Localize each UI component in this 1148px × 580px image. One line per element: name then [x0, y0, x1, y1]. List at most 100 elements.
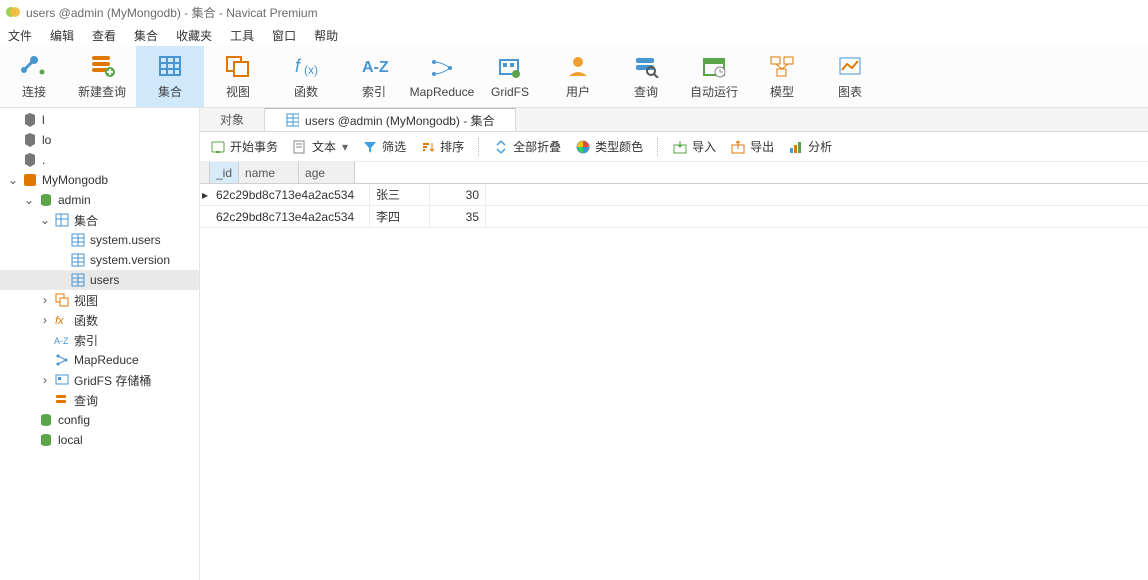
tree-item-l[interactable]: l: [0, 110, 199, 130]
text-mode-button[interactable]: 文本 ▾: [292, 138, 348, 155]
tree-item-label: 查询: [74, 392, 98, 409]
menu-编辑[interactable]: 编辑: [50, 27, 74, 44]
tree-item-查询[interactable]: 查询: [0, 390, 199, 410]
table-icon: [70, 252, 86, 268]
data-grid[interactable]: _idnameage▸62c29bd8c713e4a2ac534张三3062c2…: [200, 162, 1148, 228]
tool-query[interactable]: 查询: [612, 46, 680, 107]
collection-icon: [54, 212, 70, 228]
tree-item-lo[interactable]: lo: [0, 130, 199, 150]
analyze-button[interactable]: 分析: [788, 138, 832, 155]
chevron-right-icon[interactable]: ›: [40, 373, 50, 387]
tool-user[interactable]: 用户: [544, 46, 612, 107]
tree-item-索引[interactable]: A-Z索引: [0, 330, 199, 350]
tool-gridfs[interactable]: GridFS: [476, 46, 544, 107]
connection-tree[interactable]: llo.⌄MyMongodb⌄admin⌄集合system.userssyste…: [0, 110, 199, 450]
svg-text:A-Z: A-Z: [362, 59, 388, 76]
filter-label: 筛选: [382, 138, 406, 155]
mrsmall-icon: [54, 352, 70, 368]
column-header-name[interactable]: name: [239, 162, 299, 183]
menu-帮助[interactable]: 帮助: [314, 27, 338, 44]
column-header-_id[interactable]: _id: [210, 162, 239, 183]
chevron-down-icon[interactable]: ⌄: [24, 193, 34, 207]
tree-item-admin[interactable]: ⌄admin: [0, 190, 199, 210]
menu-文件[interactable]: 文件: [8, 27, 32, 44]
tool-index[interactable]: A-Z 索引: [340, 46, 408, 107]
filter-button[interactable]: 筛选: [362, 138, 406, 155]
chevron-down-icon[interactable]: ⌄: [8, 173, 18, 187]
menu-查看[interactable]: 查看: [92, 27, 116, 44]
tree-item-函数[interactable]: ›fx函数: [0, 310, 199, 330]
table-icon: [70, 272, 86, 288]
tool-view[interactable]: 视图: [204, 46, 272, 107]
mongo-icon: [22, 172, 38, 188]
tree-item-label: system.users: [90, 233, 161, 247]
tree-item-local[interactable]: local: [0, 430, 199, 450]
view-icon: [224, 53, 252, 79]
cell-name[interactable]: 李四: [370, 206, 430, 227]
cell-age[interactable]: 35: [430, 206, 486, 227]
tool-mapreduce[interactable]: MapReduce: [408, 46, 476, 107]
tool-label: 新建查询: [78, 83, 126, 100]
column-header-age[interactable]: age: [299, 162, 355, 183]
tree-item-users[interactable]: users: [0, 270, 199, 290]
content-tabs: 对象 users @admin (MyMongodb) - 集合: [200, 108, 1148, 132]
chevron-right-icon[interactable]: ›: [40, 313, 50, 327]
tool-connect[interactable]: 连接: [0, 46, 68, 107]
type-color-button[interactable]: 类型颜色: [575, 138, 643, 155]
menu-收藏夹[interactable]: 收藏夹: [176, 27, 212, 44]
tool-function[interactable]: f(x)函数: [272, 46, 340, 107]
cell-id[interactable]: 62c29bd8c713e4a2ac534: [210, 206, 370, 227]
newquery-icon: [88, 53, 116, 79]
tree-item-system.version[interactable]: system.version: [0, 250, 199, 270]
tree-item-视图[interactable]: › 视图: [0, 290, 199, 310]
mapreduce-icon: [428, 55, 456, 81]
sub-toolbar: 开始事务 文本 ▾ 筛选 排序 全部折叠 类型颜色 导入 导出 分析: [200, 132, 1148, 162]
tree-item-label: 集合: [74, 212, 98, 229]
import-button[interactable]: 导入: [672, 138, 716, 155]
tool-schedule[interactable]: 自动运行: [680, 46, 748, 107]
tool-chart[interactable]: 图表: [816, 46, 884, 107]
tree-item-GridFS 存储桶[interactable]: ›GridFS 存储桶: [0, 370, 199, 390]
main-toolbar: 连接新建查询集合视图f(x)函数 A-Z 索引 MapReduce GridFS 用户 查询…: [0, 46, 1148, 108]
cell-id[interactable]: 62c29bd8c713e4a2ac534: [210, 184, 370, 205]
menu-窗口[interactable]: 窗口: [272, 27, 296, 44]
funcsmall-icon: fx: [54, 312, 70, 328]
app-icon: [6, 5, 20, 19]
tree-item-MyMongodb[interactable]: ⌄MyMongodb: [0, 170, 199, 190]
chevron-down-icon[interactable]: ⌄: [40, 213, 50, 227]
svg-text:f: f: [295, 56, 302, 76]
tab-label: users @admin (MyMongodb) - 集合: [305, 112, 495, 129]
menu-工具[interactable]: 工具: [230, 27, 254, 44]
server-icon: [22, 152, 38, 168]
table-icon: [70, 232, 86, 248]
tool-label: GridFS: [491, 85, 529, 99]
chevron-right-icon[interactable]: ›: [40, 293, 50, 307]
tool-model[interactable]: 模型: [748, 46, 816, 107]
begin-transaction-button[interactable]: 开始事务: [210, 138, 278, 155]
collapse-all-button[interactable]: 全部折叠: [493, 138, 561, 155]
menu-集合[interactable]: 集合: [134, 27, 158, 44]
table-row[interactable]: 62c29bd8c713e4a2ac534李四35: [200, 206, 1148, 228]
tree-item-config[interactable]: config: [0, 410, 199, 430]
sort-button[interactable]: 排序: [420, 138, 464, 155]
tab-active[interactable]: users @admin (MyMongodb) - 集合: [265, 108, 516, 131]
export-button[interactable]: 导出: [730, 138, 774, 155]
tree-item-label: 视图: [74, 292, 98, 309]
dropdown-caret-icon: ▾: [342, 140, 348, 154]
tab-object[interactable]: 对象: [200, 108, 265, 131]
tool-label: 索引: [362, 83, 386, 100]
tool-newquery[interactable]: 新建查询: [68, 46, 136, 107]
tree-item-集合[interactable]: ⌄ 集合: [0, 210, 199, 230]
tool-label: 用户: [566, 83, 590, 100]
tree-item-MapReduce[interactable]: MapReduce: [0, 350, 199, 370]
table-row[interactable]: ▸62c29bd8c713e4a2ac534张三30: [200, 184, 1148, 206]
cell-age[interactable]: 30: [430, 184, 486, 205]
tree-item-system.users[interactable]: system.users: [0, 230, 199, 250]
tool-collection[interactable]: 集合: [136, 46, 204, 107]
db-icon: [38, 432, 54, 448]
cell-name[interactable]: 张三: [370, 184, 430, 205]
tree-item-.[interactable]: .: [0, 150, 199, 170]
text-mode-label: 文本: [312, 138, 336, 155]
index-icon: A-Z: [360, 53, 388, 79]
separator: [478, 138, 479, 156]
